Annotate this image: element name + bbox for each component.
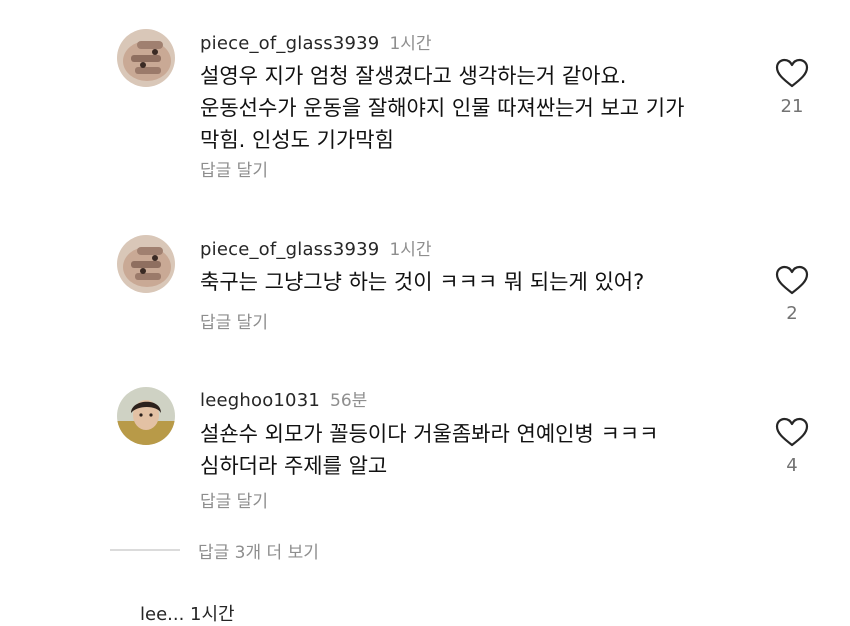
avatar[interactable]	[117, 29, 175, 87]
like-control: 4	[774, 417, 810, 476]
avatar[interactable]	[117, 235, 175, 293]
comment-line: 설숀수 외모가 꼴등이다 거울좀봐라 연예인병 ㅋㅋㅋ	[200, 422, 659, 446]
comment-line: 축구는 그냥그냥 하는 것이 ㅋㅋㅋ 뭐 되는게 있어?	[200, 270, 645, 294]
like-count: 2	[786, 303, 798, 324]
like-count: 4	[786, 455, 798, 476]
avatar-photo-icon	[117, 235, 175, 293]
like-control: 21	[774, 58, 810, 117]
reply-button[interactable]: 답글 달기	[200, 487, 268, 512]
avatar-photo-icon	[117, 387, 175, 445]
heart-outline-icon[interactable]	[775, 417, 809, 447]
comment-text: 설숀수 외모가 꼴등이다 거울좀봐라 연예인병 ㅋㅋㅋ 심하더라 주제를 알고	[200, 418, 740, 482]
comment-header: leeghoo1031 56분	[200, 386, 367, 411]
view-more-replies-label[interactable]: 답글 3개 더 보기	[198, 538, 319, 563]
avatar[interactable]	[117, 387, 175, 445]
username[interactable]: piece_of_glass3939	[200, 239, 379, 260]
heart-outline-icon[interactable]	[775, 58, 809, 88]
timestamp: 1시간	[389, 240, 432, 260]
heart-outline-icon[interactable]	[775, 265, 809, 295]
next-comment-partial: lee... 1시간	[140, 604, 235, 625]
view-more-replies[interactable]: 답글 3개 더 보기	[110, 538, 319, 563]
username[interactable]: leeghoo1031	[200, 390, 320, 411]
comment-line: 막힘. 인성도 기가막힘	[200, 128, 394, 152]
reply-button[interactable]: 답글 달기	[200, 156, 268, 181]
comment-header: piece_of_glass3939 1시간	[200, 29, 432, 54]
timestamp: 56분	[330, 391, 368, 411]
username[interactable]: piece_of_glass3939	[200, 33, 379, 54]
comment-line: 심하더라 주제를 알고	[200, 454, 388, 478]
comment-text: 축구는 그냥그냥 하는 것이 ㅋㅋㅋ 뭐 되는게 있어?	[200, 266, 740, 298]
reply-button[interactable]: 답글 달기	[200, 308, 268, 333]
like-control: 2	[774, 265, 810, 324]
comment-text: 설영우 지가 엄청 잘생겼다고 생각하는거 같아요. 운동선수가 운동을 잘해야…	[200, 60, 740, 156]
avatar-photo-icon	[117, 29, 175, 87]
comment-line: 운동선수가 운동을 잘해야지 인물 따져싼는거 보고 기가	[200, 96, 685, 120]
timestamp: 1시간	[389, 34, 432, 54]
divider	[110, 549, 180, 551]
comment-line: 설영우 지가 엄청 잘생겼다고 생각하는거 같아요.	[200, 64, 627, 88]
like-count: 21	[780, 96, 804, 117]
comment-header: piece_of_glass3939 1시간	[200, 235, 432, 260]
